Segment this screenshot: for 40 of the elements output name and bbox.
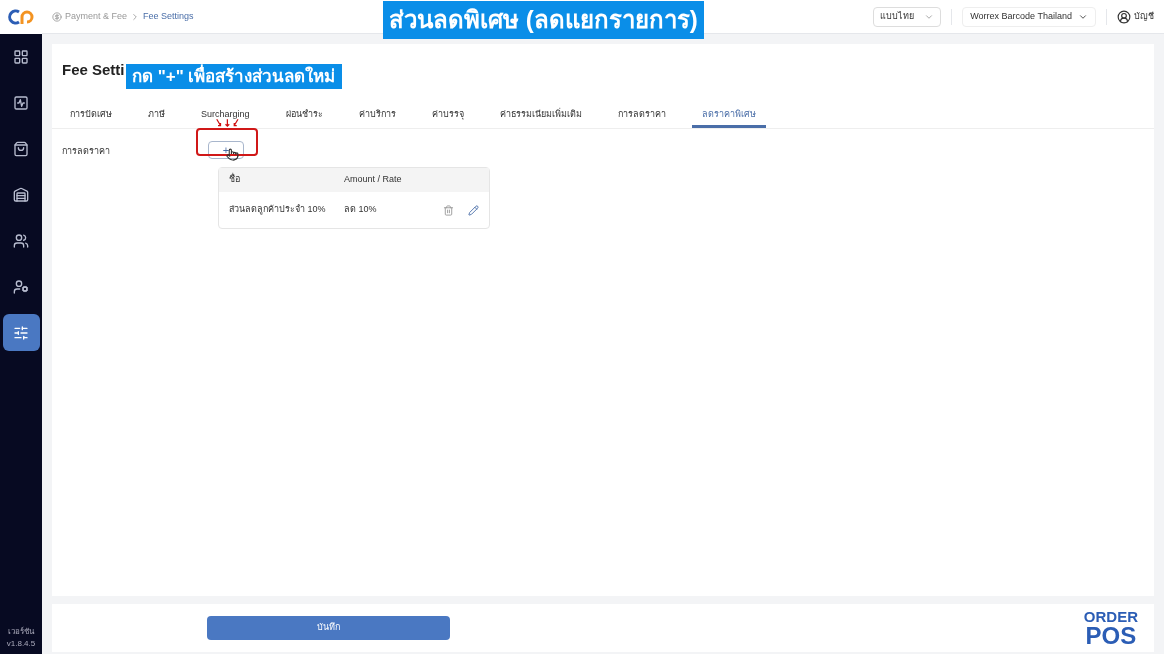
page-title: Fee Setti xyxy=(62,60,125,80)
add-button[interactable]: + xyxy=(208,141,244,159)
version-number: v1.8.4.5 xyxy=(6,638,36,650)
sliders-icon xyxy=(13,324,29,341)
caption-banner: ส่วนลดพิเศษ (ลดแยกรายการ) xyxy=(383,1,704,39)
tab[interactable]: การลดราคา xyxy=(607,104,676,128)
user-icon xyxy=(1117,9,1131,24)
tab[interactable]: ค่าบรรจุ xyxy=(421,104,474,128)
tab[interactable]: ผ่อนชำระ xyxy=(275,104,333,128)
logo-icon xyxy=(7,8,35,26)
tab[interactable]: ภาษี xyxy=(138,104,175,128)
users-icon xyxy=(13,232,29,249)
brand-wordmark: ORDER xyxy=(1083,608,1138,624)
section-label: การลดราคา xyxy=(62,145,111,158)
table-cell: ลด 10% xyxy=(344,203,377,217)
sidebar-item[interactable] xyxy=(2,314,40,351)
column-header: Amount / Rate xyxy=(344,173,402,187)
tab[interactable]: ค่าธรรมเนียมเพิ่มเติม xyxy=(489,104,592,128)
tab[interactable]: การปัดเศษ xyxy=(60,104,122,128)
store-select[interactable]: Worrex Barcode Thailand xyxy=(962,6,1096,27)
dollar-icon xyxy=(52,11,62,22)
caption-banner: กด "+" เพื่อสร้างส่วนลดใหม่ xyxy=(126,64,342,90)
version-label: เวอร์ชัน xyxy=(7,626,36,638)
tab[interactable]: ค่าบริการ xyxy=(348,104,406,128)
bag-icon xyxy=(13,140,29,157)
highlight-frame xyxy=(196,128,258,156)
tab[interactable]: Surcharging xyxy=(191,104,260,128)
activity-icon xyxy=(13,94,29,111)
user-gear-icon xyxy=(13,278,29,295)
save-button[interactable]: บันทึก xyxy=(207,616,450,640)
account-button[interactable]: บัญชี xyxy=(1117,9,1154,24)
table-cell-text: ส่วนลดลูกค้าประจำ 10% xyxy=(229,203,327,217)
grid-icon xyxy=(13,48,29,65)
column-header: ชื่อ xyxy=(229,173,241,187)
tab[interactable]: ลดราคาพิเศษ xyxy=(691,104,766,128)
breadcrumb-link[interactable]: Fee Settings xyxy=(143,9,194,24)
brand-wordmark: POS xyxy=(1085,623,1137,648)
language-select[interactable]: แบบไทย xyxy=(873,6,942,27)
pencil-icon[interactable] xyxy=(468,204,479,216)
building-icon xyxy=(13,186,29,203)
